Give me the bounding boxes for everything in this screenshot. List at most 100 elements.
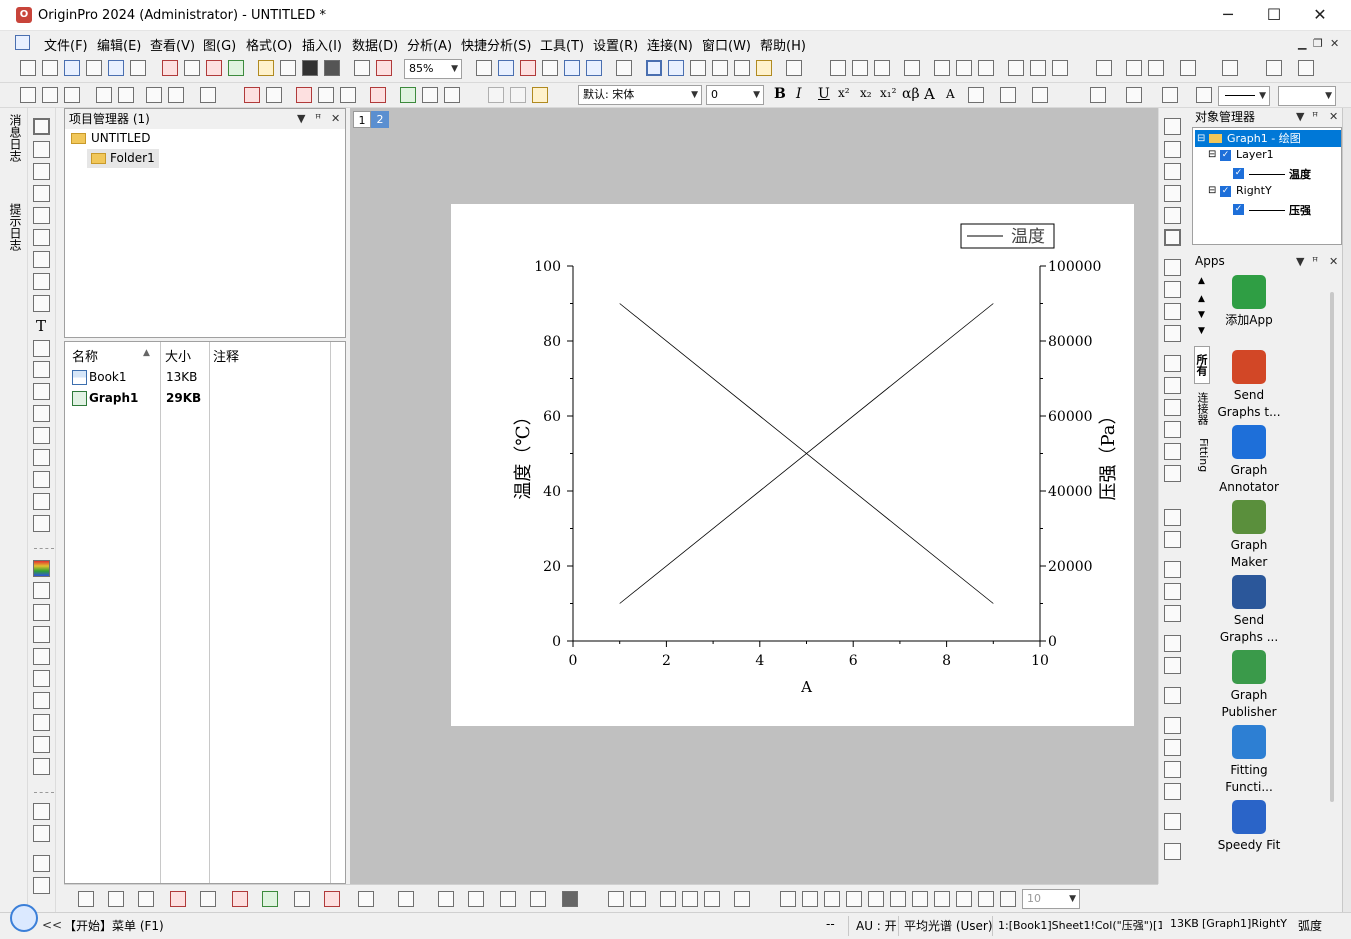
cloud-icon[interactable]: [280, 60, 296, 76]
size-icon[interactable]: [33, 626, 50, 643]
new-workbook-icon[interactable]: [64, 60, 80, 76]
line-style-combo[interactable]: ▼: [1218, 86, 1270, 106]
3d-plot-icon[interactable]: [358, 891, 374, 907]
rescale-xy-icon[interactable]: [1164, 141, 1181, 158]
layer-icon[interactable]: [586, 60, 602, 76]
pin-icon[interactable]: ꟸ: [1312, 255, 1318, 268]
results-log-icon[interactable]: [690, 60, 706, 76]
menu-quick-analysis[interactable]: 快捷分析(S): [461, 35, 531, 54]
zoom-whole-icon[interactable]: [668, 60, 684, 76]
command-window-icon[interactable]: [734, 60, 750, 76]
align-layer-bottom-icon[interactable]: [846, 891, 862, 907]
align-layer-top-icon[interactable]: [824, 891, 840, 907]
unlink-icon[interactable]: [33, 877, 50, 894]
align-layer-left-icon[interactable]: [780, 891, 796, 907]
heatmap-icon[interactable]: [530, 891, 546, 907]
font-name-combo[interactable]: 默认: 宋体 ▼: [578, 85, 702, 105]
add-plot-icon[interactable]: [400, 87, 416, 103]
matlab-icon[interactable]: [33, 803, 50, 820]
insert-graph-icon[interactable]: [33, 471, 50, 488]
rescale-icon[interactable]: [422, 87, 438, 103]
clip-icon[interactable]: [244, 87, 260, 103]
graph-up-icon[interactable]: [96, 87, 112, 103]
menu-view[interactable]: 查看(V): [150, 35, 195, 54]
menu-help[interactable]: 帮助(H): [760, 35, 806, 54]
checkbox-checked-icon[interactable]: ✓: [1233, 204, 1244, 215]
cross-icon[interactable]: [1298, 60, 1314, 76]
menu-window[interactable]: 窗口(W): [702, 35, 751, 54]
peak-icon[interactable]: [1266, 60, 1282, 76]
thumb-icon[interactable]: [978, 891, 994, 907]
document-menu-icon[interactable]: [15, 35, 30, 50]
app-tile[interactable]: Graph Publisher: [1212, 650, 1286, 721]
decrease-font-button[interactable]: A: [946, 87, 955, 101]
equation-icon[interactable]: [33, 449, 50, 466]
pin-icon[interactable]: ꟸ: [315, 109, 321, 129]
bring-front-icon[interactable]: [1164, 739, 1181, 756]
sum-icon[interactable]: [852, 60, 868, 76]
copy-icon[interactable]: [510, 87, 526, 103]
merge-icon[interactable]: [318, 87, 334, 103]
disconnect-icon[interactable]: [33, 825, 50, 842]
layer-contents-icon[interactable]: [444, 87, 460, 103]
inverted-trapezoid-icon[interactable]: [890, 891, 906, 907]
menu-format[interactable]: 格式(O): [246, 35, 292, 54]
export-icon[interactable]: [498, 60, 514, 76]
close-icon[interactable]: ✕: [1329, 255, 1338, 268]
page-tab-1[interactable]: 1: [353, 111, 371, 128]
house-icon[interactable]: [912, 891, 928, 907]
distribute-h-icon[interactable]: [1164, 687, 1181, 704]
object-icon[interactable]: [33, 714, 50, 731]
scroll-down-icon[interactable]: ▼: [1198, 310, 1205, 320]
inset-data-icon[interactable]: [1164, 443, 1181, 460]
checkbox-checked-icon[interactable]: ✓: [1220, 150, 1231, 161]
rescale-x-icon[interactable]: [1164, 163, 1181, 180]
app-tile[interactable]: 添加App: [1212, 275, 1286, 329]
search-icon[interactable]: [10, 904, 38, 932]
plot-setup-icon[interactable]: [1164, 259, 1181, 276]
new-layout-icon[interactable]: [184, 60, 200, 76]
paste-icon[interactable]: [532, 87, 548, 103]
close-icon[interactable]: ✕: [331, 109, 340, 129]
increase-font-button[interactable]: A: [924, 85, 935, 103]
ungroup-icon[interactable]: [33, 670, 50, 687]
box-chart-icon[interactable]: [978, 60, 994, 76]
pointer-icon[interactable]: [33, 118, 50, 135]
split-icon[interactable]: [340, 87, 356, 103]
zoom-out-icon[interactable]: [33, 163, 50, 180]
text-tool-icon[interactable]: T: [36, 317, 46, 335]
supersubscript-button[interactable]: x₁²: [880, 86, 896, 100]
righty-label[interactable]: RightY: [1236, 184, 1272, 197]
chevron-down-icon[interactable]: ▼: [1296, 110, 1304, 123]
line-symbol-plot-icon[interactable]: [138, 891, 154, 907]
ternary-icon[interactable]: [682, 891, 698, 907]
layer-size-combo[interactable]: 10 ▼: [1022, 889, 1080, 909]
menu-insert[interactable]: 插入(I): [302, 35, 342, 54]
italic-button[interactable]: I: [796, 86, 802, 102]
top-x-icon[interactable]: [1164, 377, 1181, 394]
open-icon[interactable]: [258, 60, 274, 76]
inset-icon[interactable]: [1164, 421, 1181, 438]
apps-tab-all[interactable]: 所有: [1194, 346, 1210, 384]
draw-data-icon[interactable]: [33, 295, 50, 312]
align-center-icon[interactable]: [1164, 605, 1181, 622]
waterfall-icon[interactable]: [734, 891, 750, 907]
send-back-icon[interactable]: [1164, 761, 1181, 778]
merge-graph-icon[interactable]: [1164, 281, 1181, 298]
menu-graph[interactable]: 图(G): [203, 35, 236, 54]
tree-item-graph-selected[interactable]: ⊟ Graph1 - 绘图: [1195, 130, 1341, 147]
delete-icon[interactable]: [296, 87, 312, 103]
formula-icon[interactable]: [33, 758, 50, 775]
app-tile[interactable]: Fitting Functi...: [1212, 725, 1286, 796]
column-bar-icon[interactable]: [934, 60, 950, 76]
hints-log-tab[interactable]: 提示日志: [7, 203, 22, 251]
3d-rotate-icon[interactable]: [33, 515, 50, 532]
menu-file[interactable]: 文件(F): [44, 35, 88, 54]
polar-icon[interactable]: [660, 891, 676, 907]
color-palette-icon[interactable]: [33, 560, 50, 577]
group-objects-icon[interactable]: [1164, 783, 1181, 800]
symbol-icon[interactable]: [1196, 87, 1212, 103]
new-folder-icon[interactable]: [42, 60, 58, 76]
expand-icon[interactable]: [956, 891, 972, 907]
checkbox-checked-icon[interactable]: ✓: [1220, 186, 1231, 197]
